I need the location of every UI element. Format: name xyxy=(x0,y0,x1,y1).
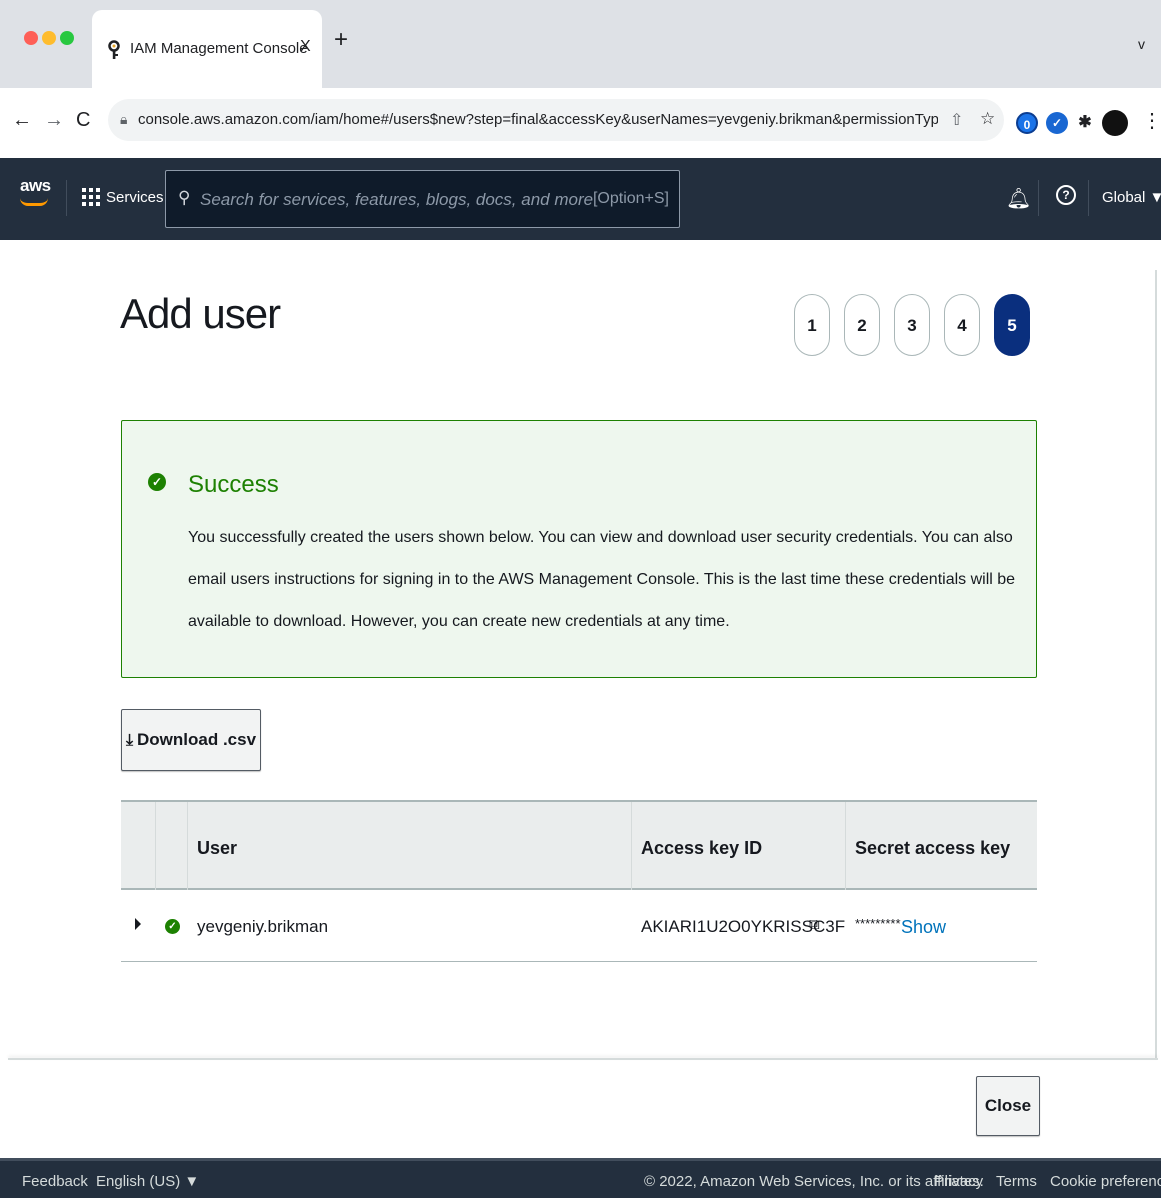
profile-avatar[interactable] xyxy=(1102,110,1128,136)
bookmark-star-icon[interactable]: ☆ xyxy=(980,109,995,129)
copy-icon[interactable]: ⧉ xyxy=(809,916,820,933)
notifications-bell-icon[interactable]: 🔔︎ xyxy=(1006,186,1031,211)
copyright-text: © 2022, Amazon Web Services, Inc. or its… xyxy=(644,1173,984,1190)
lock-icon: 🔒︎ xyxy=(120,111,128,127)
url-text[interactable]: console.aws.amazon.com/iam/home#/users$n… xyxy=(138,111,938,128)
column-header-user: User xyxy=(197,838,238,858)
wizard-step-4[interactable]: 4 xyxy=(944,294,980,356)
search-shortcut-hint: [Option+S] xyxy=(592,190,669,207)
aws-top-nav: aws Services ⚲ Search for services, feat… xyxy=(0,158,1161,240)
alert-title: Success xyxy=(188,471,279,498)
success-check-icon: ✓ xyxy=(148,473,166,491)
browser-tab-bar: IAM Management Console X + v xyxy=(0,0,1161,88)
search-placeholder: Search for services, features, blogs, do… xyxy=(200,190,594,209)
console-footer: Feedback English (US) ▼ © 2022, Amazon W… xyxy=(0,1158,1161,1198)
services-grid-icon[interactable] xyxy=(82,188,100,206)
nav-divider xyxy=(1088,180,1089,216)
feedback-link[interactable]: Feedback xyxy=(22,1173,88,1190)
column-header-access-key: Access key ID xyxy=(641,838,763,858)
browser-toolbar: ← → C 🔒︎ console.aws.amazon.com/iam/home… xyxy=(0,88,1161,158)
browser-tab-active[interactable]: IAM Management Console X xyxy=(92,10,322,88)
user-name-cell: yevgeniy.brikman xyxy=(197,917,329,936)
back-arrow-icon[interactable]: ← xyxy=(12,108,32,132)
window-close-button[interactable] xyxy=(24,31,38,45)
region-selector[interactable]: Global ▼ xyxy=(1102,189,1161,206)
expand-caret-icon[interactable] xyxy=(135,918,141,930)
action-bar-divider xyxy=(8,1058,1158,1060)
success-check-icon: ✓ xyxy=(165,919,180,934)
page-title: Add user xyxy=(120,290,281,337)
terms-link[interactable]: Terms xyxy=(996,1173,1037,1190)
download-csv-button[interactable]: ⤓ Download .csv xyxy=(121,709,261,771)
wizard-step-1[interactable]: 1 xyxy=(794,294,830,356)
extension-password-icon[interactable]: 0 xyxy=(1016,112,1038,134)
aws-logo-smile-icon xyxy=(20,198,48,206)
address-bar[interactable]: 🔒︎ console.aws.amazon.com/iam/home#/user… xyxy=(108,99,1004,141)
privacy-link[interactable]: Privacy xyxy=(934,1173,983,1190)
table-header: User Access key ID Secret access key xyxy=(121,800,1037,890)
language-selector[interactable]: English (US) ▼ xyxy=(96,1173,199,1190)
column-divider xyxy=(631,802,632,890)
nav-divider xyxy=(66,180,67,216)
secret-key-masked: ********* xyxy=(855,916,901,931)
download-csv-label: Download .csv xyxy=(137,730,257,749)
success-alert: ✓ Success You successfully created the u… xyxy=(121,420,1037,678)
show-secret-link[interactable]: Show xyxy=(901,917,946,938)
column-divider xyxy=(845,802,846,890)
tab-close-icon[interactable]: X xyxy=(300,38,311,56)
browser-menu-icon[interactable]: ⋮ xyxy=(1142,108,1161,133)
content-scroll-edge xyxy=(1155,270,1157,1060)
cookie-preferences-link[interactable]: Cookie preferences xyxy=(1050,1173,1161,1190)
window-minimize-button[interactable] xyxy=(42,31,56,45)
window-maximize-button[interactable] xyxy=(60,31,74,45)
close-button[interactable]: Close xyxy=(976,1076,1040,1136)
search-input[interactable]: ⚲ Search for services, features, blogs, … xyxy=(165,170,680,228)
wizard-step-3[interactable]: 3 xyxy=(894,294,930,356)
forward-arrow-icon[interactable]: → xyxy=(44,108,64,132)
reload-icon[interactable]: C xyxy=(76,108,90,132)
new-tab-button[interactable]: + xyxy=(334,28,348,52)
table-row: ✓ yevgeniy.brikman AKIARI1U2O0YKRISSC3F … xyxy=(121,890,1037,962)
nav-divider xyxy=(1038,180,1039,216)
wizard-step-2[interactable]: 2 xyxy=(844,294,880,356)
services-menu[interactable]: Services xyxy=(106,189,164,206)
share-icon[interactable]: ⇧ xyxy=(950,110,963,130)
column-divider xyxy=(187,802,188,890)
help-icon[interactable]: ? xyxy=(1056,185,1076,205)
column-divider xyxy=(155,802,156,890)
tab-search-icon[interactable]: v xyxy=(1138,36,1145,52)
aws-logo[interactable]: aws xyxy=(20,176,51,196)
extensions-puzzle-icon[interactable]: ✱ xyxy=(1074,112,1096,134)
search-icon: ⚲ xyxy=(178,188,191,207)
wizard-step-5: 5 xyxy=(994,294,1030,356)
alert-message: You successfully created the users shown… xyxy=(188,529,1016,630)
download-icon: ⤓ xyxy=(125,732,134,749)
tab-title: IAM Management Console xyxy=(130,40,308,57)
key-favicon-icon xyxy=(108,40,120,59)
extension-check-icon[interactable]: ✓ xyxy=(1046,112,1068,134)
column-header-secret: Secret access key xyxy=(855,838,1011,858)
